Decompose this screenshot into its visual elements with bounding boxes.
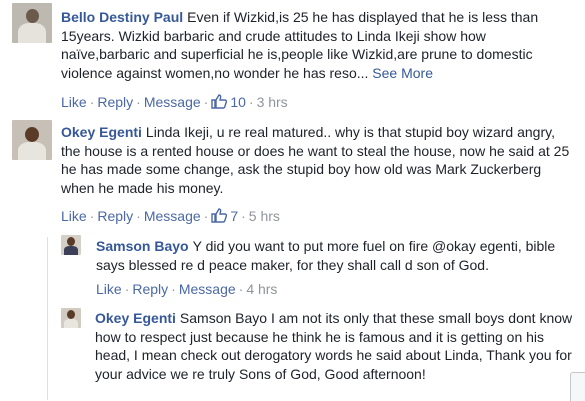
like-button[interactable]: Like bbox=[96, 281, 122, 297]
reply-item: Okey Egenti Samson Bayo I am not its only… bbox=[48, 302, 585, 400]
reply-text-block: Samson Bayo Y did you want to put more fu… bbox=[96, 237, 585, 274]
avatar[interactable] bbox=[61, 235, 81, 255]
thumbs-up-icon bbox=[211, 94, 228, 109]
see-more-link[interactable]: See More bbox=[372, 65, 433, 81]
like-button[interactable]: Like bbox=[61, 94, 87, 110]
like-count-value: 7 bbox=[230, 208, 239, 224]
comment-item: Okey Egenti Linda Ikeji, u re real mature… bbox=[0, 112, 585, 230]
timestamp[interactable]: 4 hrs bbox=[246, 281, 277, 297]
avatar[interactable] bbox=[12, 120, 52, 160]
reply-button[interactable]: Reply bbox=[97, 208, 133, 224]
avatar[interactable] bbox=[12, 3, 52, 43]
comment-text-block: Bello Destiny Paul Even if Wizkid,is 25 h… bbox=[61, 8, 573, 82]
like-button[interactable]: Like bbox=[61, 208, 87, 224]
reply-button[interactable]: Reply bbox=[97, 94, 133, 110]
reply-button[interactable]: Reply bbox=[132, 281, 168, 297]
reply-text-block: Okey Egenti Samson Bayo I am not its only… bbox=[95, 309, 575, 383]
reply-actions: Like · Reply · Message · 4 hrs bbox=[96, 281, 278, 297]
comment-text-block: Okey Egenti Linda Ikeji, u re real mature… bbox=[61, 123, 576, 197]
scrollbar[interactable] bbox=[570, 372, 585, 401]
thumbs-up-icon bbox=[211, 208, 228, 223]
reply-item: Samson Bayo Y did you want to put more fu… bbox=[48, 230, 585, 302]
message-button[interactable]: Message bbox=[179, 281, 236, 297]
avatar[interactable] bbox=[61, 308, 81, 328]
reply-author[interactable]: Okey Egenti bbox=[95, 310, 176, 326]
comment-actions: Like · Reply · Message · 10 · 3 hrs bbox=[61, 94, 288, 110]
comment-item: Bello Destiny Paul Even if Wizkid,is 25 h… bbox=[0, 0, 585, 112]
comment-actions: Like · Reply · Message · 7 · 5 hrs bbox=[61, 208, 280, 224]
message-button[interactable]: Message bbox=[144, 208, 201, 224]
like-count-value: 10 bbox=[230, 94, 246, 110]
timestamp[interactable]: 5 hrs bbox=[249, 208, 280, 224]
timestamp[interactable]: 3 hrs bbox=[257, 94, 288, 110]
like-count[interactable]: 7 bbox=[211, 208, 238, 224]
reply-author[interactable]: Samson Bayo bbox=[96, 238, 189, 254]
message-button[interactable]: Message bbox=[144, 94, 201, 110]
comment-author[interactable]: Okey Egenti bbox=[61, 124, 142, 140]
comment-author[interactable]: Bello Destiny Paul bbox=[61, 9, 183, 25]
like-count[interactable]: 10 bbox=[211, 94, 246, 110]
